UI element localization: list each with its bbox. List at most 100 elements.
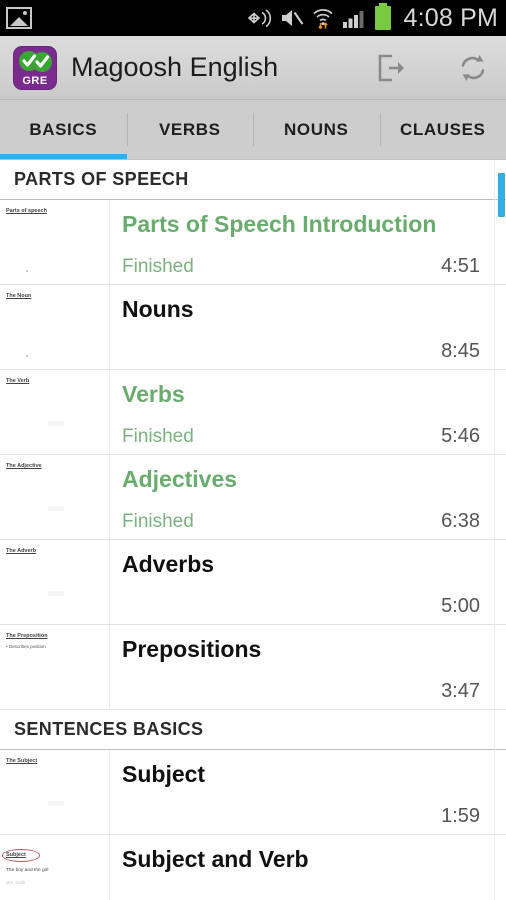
lesson-title: Prepositions — [122, 636, 262, 662]
lesson-meta: Finished 5:46 — [122, 425, 480, 448]
thumbnail-title: The Preposition — [6, 633, 48, 639]
android-app-screen: 4:08 PM GRE Magoosh English BASICS VERBS… — [0, 0, 506, 900]
thumbnail-bullet: • Describes position — [6, 643, 46, 649]
refresh-icon — [461, 54, 485, 81]
thumbnail-speck — [48, 421, 64, 426]
lesson-thumbnail: Parts of speech — [0, 200, 110, 284]
cellular-signal-icon — [343, 11, 364, 28]
lesson-row[interactable]: The Adverb Adverbs 5:00 — [0, 540, 506, 625]
lesson-body: Adverbs 5:00 — [110, 540, 506, 624]
lesson-duration: 5:46 — [441, 425, 480, 447]
lesson-row[interactable]: The Subject Subject 1:59 — [0, 750, 506, 835]
app-title: Magoosh English — [71, 52, 279, 82]
status-bar-clock: 4:08 PM — [403, 3, 498, 32]
thumbnail-title: The Verb — [6, 378, 30, 384]
lesson-status: Finished — [122, 426, 194, 447]
lesson-meta: 1:59 — [122, 805, 480, 828]
lesson-thumbnail: The Preposition • Describes position — [0, 625, 110, 709]
tab-verbs[interactable]: VERBS — [126, 100, 254, 159]
tab-nouns-label: NOUNS — [284, 119, 349, 139]
volume-muted-icon — [282, 10, 304, 26]
cast-sound-icon — [248, 9, 272, 28]
lesson-duration: 1:59 — [441, 805, 480, 827]
lesson-duration: 8:45 — [441, 340, 480, 362]
tab-basics[interactable]: BASICS — [0, 100, 127, 159]
lesson-body: Adjectives Finished 6:38 — [110, 455, 506, 539]
status-bar-notifications — [6, 7, 32, 29]
lesson-body: Subject 1:59 — [110, 750, 506, 834]
lesson-duration: 6:38 — [441, 510, 480, 532]
section-header-parts-of-speech: PARTS OF SPEECH — [0, 160, 506, 200]
lesson-body: Subject and Verb — [110, 835, 506, 900]
tab-nouns[interactable]: NOUNS — [253, 100, 380, 159]
tab-clauses[interactable]: CLAUSES — [379, 100, 506, 159]
logout-button[interactable] — [372, 49, 410, 87]
magoosh-gre-logo[interactable]: GRE — [13, 45, 57, 90]
lesson-body: Parts of Speech Introduction Finished 4:… — [110, 200, 506, 284]
thumbnail-speck — [26, 270, 28, 272]
lesson-thumbnail: Subject The boy and the girl Mrs. smith — [0, 835, 110, 900]
app-bar-actions — [372, 49, 492, 87]
thumbnail-speck — [48, 801, 64, 806]
wifi-data-transfer-icon — [313, 9, 334, 30]
lesson-meta: 3:47 — [122, 680, 480, 703]
lesson-title: Parts of Speech Introduction — [122, 211, 437, 237]
lesson-duration: 5:00 — [441, 595, 480, 617]
lesson-thumbnail: The Adverb — [0, 540, 110, 624]
app-bar: GRE Magoosh English — [0, 36, 506, 100]
thumbnail-speck — [48, 506, 64, 511]
logo-gre-text: GRE — [22, 74, 48, 87]
battery-icon — [375, 3, 392, 30]
thumbnail-title: The Adverb — [6, 548, 37, 554]
lesson-row[interactable]: The Noun Nouns 8:45 — [0, 285, 506, 370]
lesson-title: Adverbs — [122, 551, 215, 577]
thumbnail-title: The Adjective — [6, 463, 42, 469]
lesson-status: Finished — [122, 256, 194, 277]
lesson-body: Verbs Finished 5:46 — [110, 370, 506, 454]
status-bar-system-icons: 4:08 PM — [245, 3, 498, 33]
thumbnail-title: Parts of speech — [6, 208, 47, 214]
tab-bar: BASICS VERBS NOUNS CLAUSES — [0, 100, 506, 160]
lesson-title: Verbs — [122, 381, 185, 407]
scrollbar-thumb[interactable] — [498, 173, 505, 217]
lesson-title: Nouns — [122, 296, 194, 322]
thumbnail-faint-line: Mrs. smith — [6, 879, 26, 885]
refresh-button[interactable] — [454, 49, 492, 87]
lesson-thumbnail: The Adjective — [0, 455, 110, 539]
lesson-row[interactable]: The Preposition • Describes position Pre… — [0, 625, 506, 710]
thumbnail-speck — [26, 355, 28, 357]
lesson-meta: Finished 6:38 — [122, 510, 480, 533]
lesson-meta: 5:00 — [122, 595, 480, 618]
tab-clauses-label: CLAUSES — [400, 119, 486, 139]
tab-verbs-label: VERBS — [158, 119, 221, 139]
thumbnail-line: The boy and the girl — [6, 868, 49, 873]
lesson-title: Adjectives — [122, 466, 238, 492]
lesson-thumbnail: The Noun — [0, 285, 110, 369]
thumbnail-title: Subject — [2, 849, 40, 862]
photo-gallery-icon — [6, 7, 32, 29]
list-scrollbar[interactable] — [498, 160, 505, 900]
lesson-status: Finished — [122, 511, 194, 532]
tab-basics-label: BASICS — [29, 119, 98, 139]
lesson-row[interactable]: Subject The boy and the girl Mrs. smith … — [0, 835, 506, 900]
lesson-title: Subject — [122, 761, 206, 787]
list-right-edge-line — [494, 160, 495, 900]
lesson-thumbnail: The Verb — [0, 370, 110, 454]
lesson-body: Nouns 8:45 — [110, 285, 506, 369]
lesson-duration: 3:47 — [441, 680, 480, 702]
section-header-sentences-basics: SENTENCES BASICS — [0, 710, 506, 750]
thumbnail-title: The Subject — [6, 758, 38, 764]
android-status-bar: 4:08 PM — [0, 0, 506, 36]
lesson-meta: 8:45 — [122, 340, 480, 363]
lesson-title: Subject and Verb — [122, 846, 309, 872]
lesson-thumbnail: The Subject — [0, 750, 110, 834]
lesson-meta: Finished 4:51 — [122, 255, 480, 278]
thumbnail-title: The Noun — [6, 293, 32, 299]
thumbnail-speck — [48, 591, 64, 596]
lesson-row[interactable]: The Verb Verbs Finished 5:46 — [0, 370, 506, 455]
lesson-row[interactable]: Parts of speech Parts of Speech Introduc… — [0, 200, 506, 285]
lesson-row[interactable]: The Adjective Adjectives Finished 6:38 — [0, 455, 506, 540]
lesson-list[interactable]: PARTS OF SPEECH Parts of speech Parts of… — [0, 160, 506, 900]
logout-icon — [378, 54, 404, 81]
lesson-duration: 4:51 — [441, 255, 480, 277]
